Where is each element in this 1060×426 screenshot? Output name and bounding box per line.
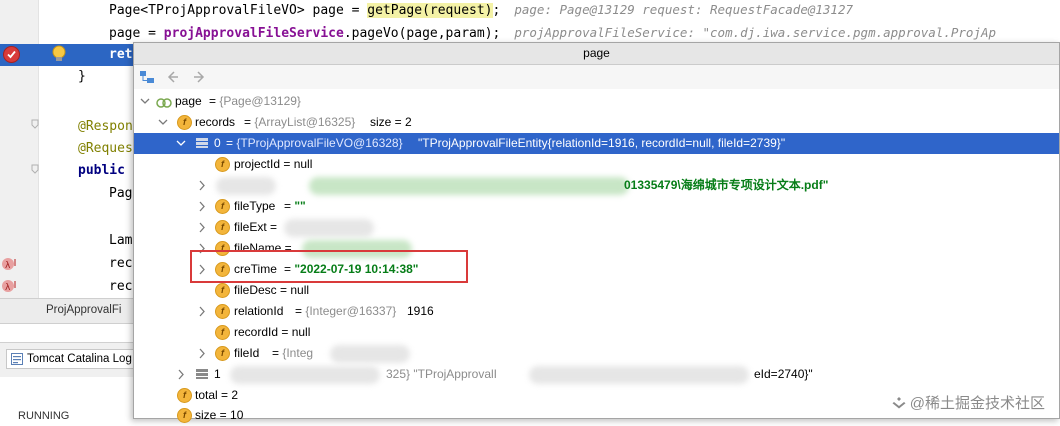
svg-text:λ: λ (5, 261, 11, 271)
code-line-2: page = projApprovalFileService.pageVo(pa… (109, 25, 996, 41)
tree-row-projectId[interactable]: f projectId = null (134, 154, 1059, 175)
field-icon: f (177, 388, 192, 403)
lambda-icon[interactable]: λ (1, 256, 19, 272)
field-icon: f (215, 199, 230, 214)
redacted-region (309, 177, 629, 195)
chevron-right-icon[interactable] (196, 196, 208, 217)
chevron-right-icon[interactable] (196, 175, 208, 196)
field-icon: f (215, 157, 230, 172)
tree-row-fileExt[interactable]: f fileExt = (134, 217, 1059, 238)
forward-arrow-icon[interactable] (192, 69, 208, 85)
lightbulb-icon[interactable] (50, 44, 68, 64)
chevron-right-icon[interactable] (196, 343, 208, 364)
popup-title: page (134, 43, 1059, 65)
svg-text:λ: λ (5, 283, 11, 293)
tree-row-item-0[interactable]: 0 = {TProjApprovalFileVO@16328} "TProjAp… (134, 133, 1059, 154)
list-element-icon (196, 138, 208, 148)
popup-toolbar (134, 65, 1059, 89)
field-icon: f (215, 220, 230, 235)
tree-row-records[interactable]: f records = {ArrayList@16325} size = 2 (134, 112, 1059, 133)
tomcat-catalina-log-tab[interactable]: Tomcat Catalina Log (6, 349, 137, 369)
redacted-region (216, 177, 276, 195)
tree-row-relationId[interactable]: f relationId = {Integer@16337} 1916 (134, 301, 1059, 322)
field-icon: f (215, 283, 230, 298)
code-line-6: @Reques (78, 141, 133, 156)
code-line-8: Pag (109, 186, 133, 201)
chevron-right-icon[interactable] (196, 217, 208, 238)
code-line-9: Lam (109, 233, 133, 248)
field-icon: f (215, 304, 230, 319)
tree-row-fileType[interactable]: f fileType = "" (134, 196, 1059, 217)
services-tab-bar: Tomcat Catalina Log (0, 342, 140, 377)
redacted-region (284, 219, 374, 237)
breakpoint-icon[interactable] (3, 46, 20, 63)
code-line-11: rec (109, 279, 133, 294)
tree-row-page[interactable]: page = {Page@13129} (134, 91, 1059, 112)
tree-view-icon[interactable] (139, 69, 155, 85)
tree-row-recordId[interactable]: f recordId = null (134, 322, 1059, 343)
chevron-down-icon[interactable] (175, 133, 187, 154)
redacted-region (230, 366, 380, 384)
juejin-logo-icon (892, 397, 906, 409)
log-icon (11, 353, 23, 365)
tree-row-filepath[interactable]: 01335479\海绵城市专项设计文本.pdf" (134, 175, 1059, 196)
watch-variable-icon (156, 98, 172, 108)
lambda-icon[interactable]: λ (1, 278, 19, 294)
field-icon: f (215, 325, 230, 340)
code-line-1: Page<TProjApprovalFileVO> page = getPage… (109, 2, 853, 18)
chevron-right-icon[interactable] (175, 364, 187, 385)
back-arrow-icon[interactable] (164, 69, 180, 85)
code-line-4: } (78, 69, 86, 84)
tree-row-fileId[interactable]: f fileId = {Integ (134, 343, 1059, 364)
chevron-down-icon[interactable] (139, 91, 151, 112)
code-line-7: public (78, 163, 125, 178)
fold-icon[interactable] (31, 163, 39, 174)
watermark: @稀土掘金技术社区 (891, 392, 1045, 413)
code-line-3: ret (109, 47, 133, 62)
variable-inspector-popup: page page = {Page@13129} f records = {Ar… (133, 42, 1060, 423)
code-line-5: @Respon (78, 119, 133, 134)
list-element-icon (196, 369, 208, 379)
run-status-label: RUNNING (18, 410, 70, 422)
field-icon: f (177, 408, 192, 423)
field-icon: f (215, 346, 230, 361)
editor-breadcrumb-bar: ProjApprovalFi (0, 298, 140, 324)
editor-file-tab[interactable]: ProjApprovalFi (46, 304, 121, 316)
tree-row-fileDesc[interactable]: f fileDesc = null (134, 280, 1059, 301)
redacted-region (529, 366, 749, 384)
tree-row-item-1[interactable]: 1 325} "TProjApprovalI eId=2740}" (134, 364, 1059, 385)
chevron-right-icon[interactable] (196, 301, 208, 322)
chevron-down-icon[interactable] (157, 112, 169, 133)
field-icon: f (177, 115, 192, 130)
redacted-region (330, 345, 410, 363)
fold-icon[interactable] (31, 118, 39, 129)
annotation-highlight-box (190, 250, 468, 283)
code-line-10: rec (109, 256, 133, 271)
